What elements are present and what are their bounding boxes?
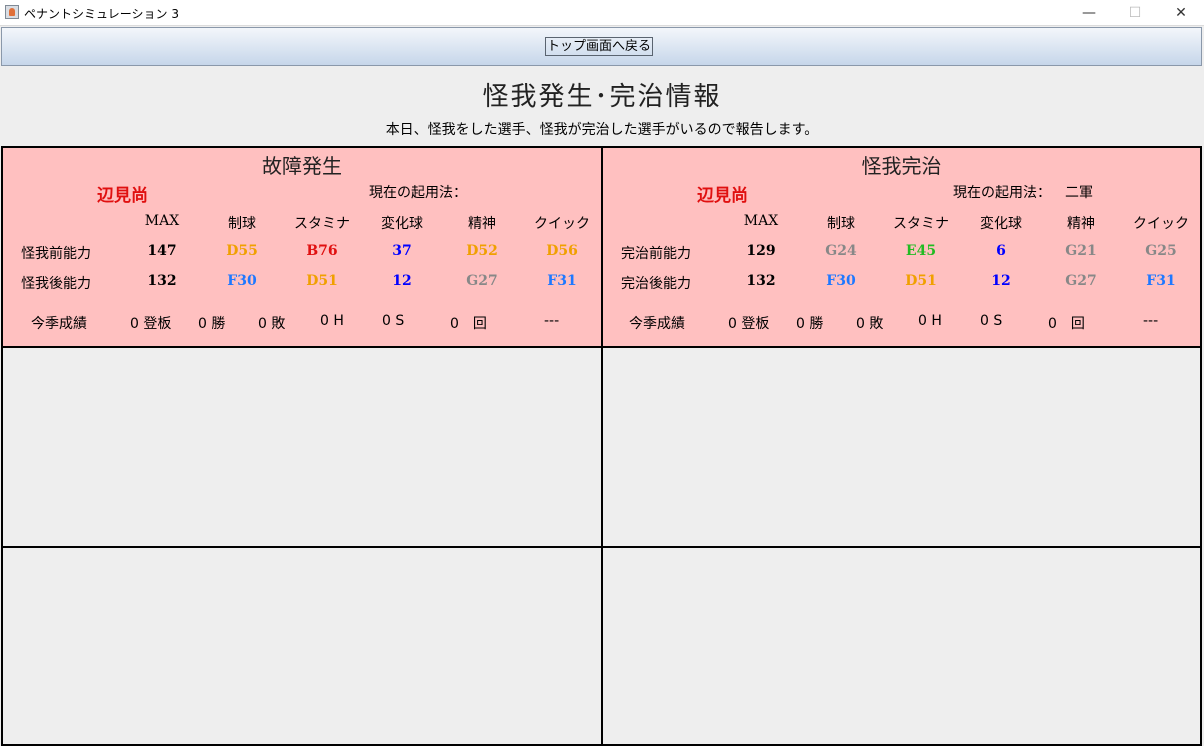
- injury-panel: 故障発生 辺見尚 現在の起用法： MAX 制球 スタミナ 変化球 精神 クイック…: [1, 146, 603, 348]
- stat-value: G24: [825, 243, 857, 259]
- stat-value: F30: [826, 273, 856, 289]
- stat-value: B76: [306, 243, 338, 259]
- row-label-after: 完治後能力: [621, 276, 691, 292]
- col-header-quick: クイック: [534, 216, 590, 232]
- stat-value: 12: [392, 273, 412, 289]
- page-subtitle: 本日、怪我をした選手、怪我が完治した選手がいるので報告します。: [385, 122, 819, 138]
- stat-value: D56: [546, 243, 578, 259]
- stat-value: G21: [1065, 243, 1097, 259]
- empty-report-slot: [1, 546, 603, 746]
- stat-value: 129: [746, 243, 776, 259]
- stat-value: F30: [227, 273, 257, 289]
- stat-value: 132: [147, 273, 177, 289]
- stat-value: 132: [746, 273, 776, 289]
- empty-report-slot: [601, 546, 1202, 746]
- empty-report-slot: [1, 346, 603, 548]
- stat-value: G27: [466, 273, 498, 289]
- season-era: ---: [544, 313, 560, 329]
- col-header-mental: 精神: [1067, 216, 1095, 232]
- col-header-breaking-ball: 変化球: [381, 216, 423, 232]
- col-header-control: 制球: [228, 216, 256, 232]
- back-to-top-button[interactable]: トップ画面へ戻る: [545, 37, 654, 56]
- col-header-breaking-ball: 変化球: [980, 216, 1022, 232]
- stat-value: D55: [226, 243, 258, 259]
- stat-value: D51: [905, 273, 937, 289]
- minimize-button[interactable]: —: [1066, 0, 1112, 26]
- season-losses: 0 敗: [258, 316, 286, 332]
- player-name: 辺見尚: [697, 186, 748, 206]
- season-stats-row: 今季成績 0 登板 0 勝 0 敗 0 H 0 S 0 回 ---: [3, 313, 601, 333]
- season-label: 今季成績: [629, 316, 685, 332]
- player-name: 辺見尚: [97, 186, 148, 206]
- season-era: ---: [1143, 313, 1159, 329]
- col-header-stamina: スタミナ: [893, 216, 949, 232]
- window-title-bar: ペナントシミュレーション 3 — ☐ ✕: [0, 0, 1204, 26]
- col-header-control: 制球: [827, 216, 855, 232]
- season-holds: 0 H: [320, 313, 344, 329]
- panel-title: 故障発生: [262, 154, 342, 178]
- usage-value: 二軍: [1065, 185, 1093, 201]
- stat-value: D52: [466, 243, 498, 259]
- stat-value: 6: [996, 243, 1006, 259]
- season-label: 今季成績: [31, 316, 87, 332]
- page-title: 怪我発生･完治情報: [482, 82, 722, 112]
- stat-value: F31: [547, 273, 577, 289]
- stat-value: G25: [1145, 243, 1177, 259]
- empty-report-slot: [601, 346, 1202, 548]
- row-label-before: 怪我前能力: [21, 246, 91, 262]
- stat-value: G27: [1065, 273, 1097, 289]
- row-label-after: 怪我後能力: [21, 276, 91, 292]
- usage-label: 現在の起用法：: [953, 185, 1051, 201]
- season-wins: 0 勝: [796, 316, 824, 332]
- stat-value: 37: [392, 243, 412, 259]
- season-saves: 0 S: [980, 313, 1003, 329]
- col-header-quick: クイック: [1133, 216, 1189, 232]
- report-grid: 故障発生 辺見尚 現在の起用法： MAX 制球 スタミナ 変化球 精神 クイック…: [1, 146, 1202, 746]
- stat-value: F31: [1146, 273, 1176, 289]
- col-header-max: MAX: [144, 213, 180, 229]
- season-games: 0 登板: [728, 316, 770, 332]
- panel-title: 怪我完治: [861, 154, 942, 178]
- maximize-button[interactable]: ☐: [1112, 0, 1158, 26]
- java-app-icon: [5, 5, 19, 19]
- season-losses: 0 敗: [856, 316, 884, 332]
- stat-value: E45: [905, 243, 937, 259]
- stat-value: 12: [991, 273, 1011, 289]
- season-innings: 0 回: [450, 316, 487, 332]
- season-innings: 0 回: [1048, 316, 1085, 332]
- season-games: 0 登板: [130, 316, 172, 332]
- col-header-max: MAX: [743, 213, 779, 229]
- season-stats-row: 今季成績 0 登板 0 勝 0 敗 0 H 0 S 0 回 ---: [603, 313, 1200, 333]
- window-title: ペナントシミュレーション 3: [24, 7, 179, 21]
- season-wins: 0 勝: [198, 316, 226, 332]
- top-toolbar: トップ画面へ戻る: [1, 27, 1202, 66]
- col-header-mental: 精神: [468, 216, 496, 232]
- recovery-panel: 怪我完治 辺見尚 現在の起用法： 二軍 MAX 制球 スタミナ 変化球 精神 ク…: [601, 146, 1202, 348]
- row-label-before: 完治前能力: [621, 246, 691, 262]
- stat-value: 147: [147, 243, 177, 259]
- close-button[interactable]: ✕: [1158, 0, 1204, 26]
- season-holds: 0 H: [918, 313, 942, 329]
- usage-label: 現在の起用法：: [369, 185, 467, 201]
- season-saves: 0 S: [382, 313, 405, 329]
- col-header-stamina: スタミナ: [294, 216, 350, 232]
- stat-value: D51: [306, 273, 338, 289]
